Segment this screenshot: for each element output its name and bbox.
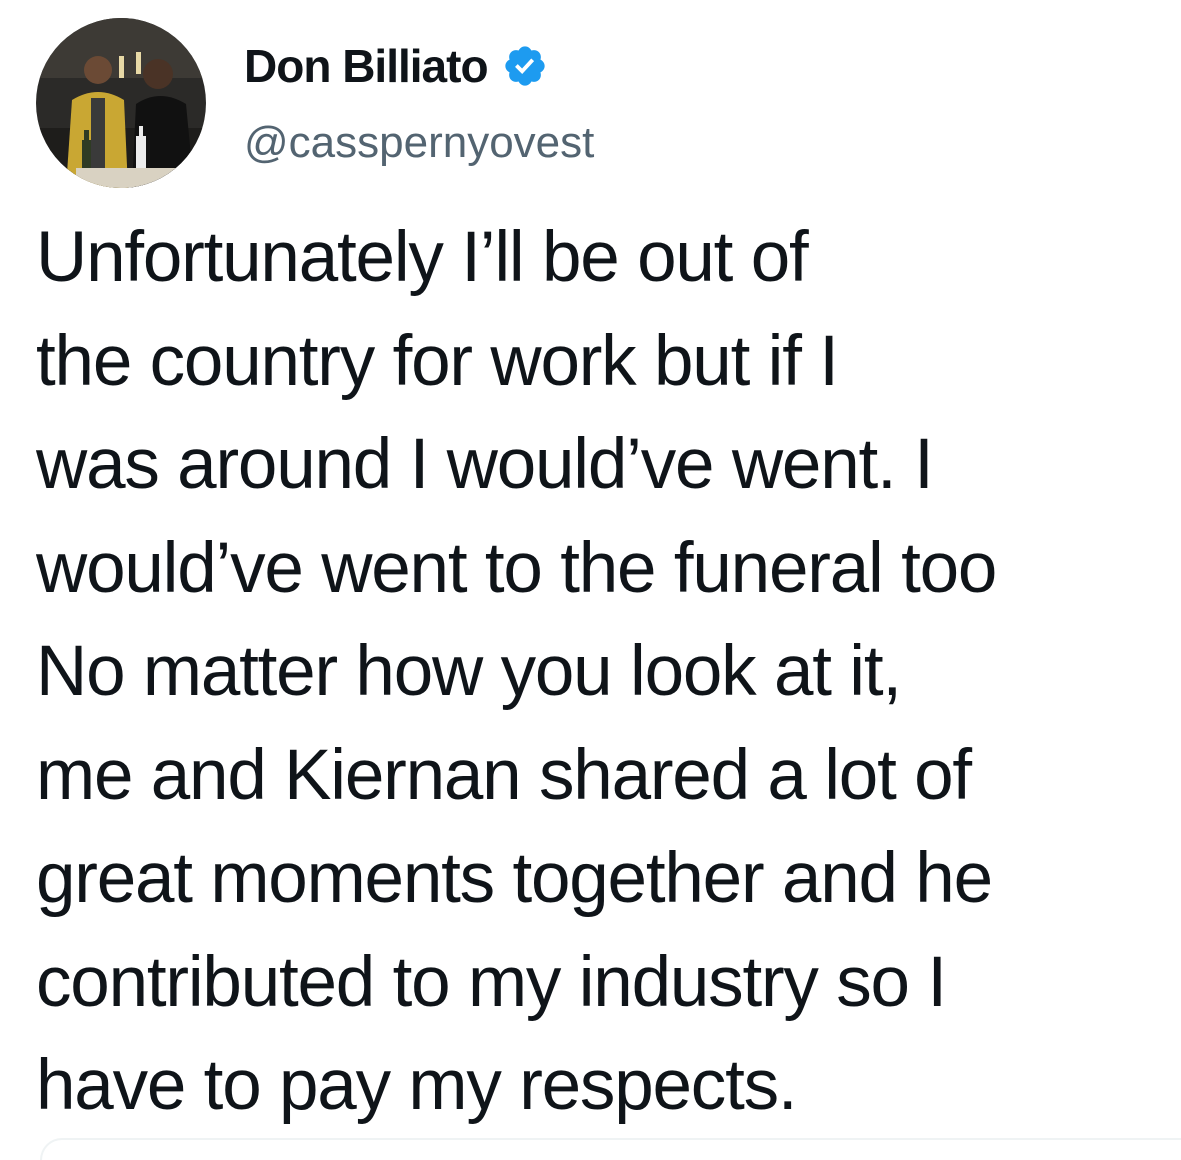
tweet-text-line: have to pay my respects. xyxy=(36,1046,798,1125)
tweet-text-line: was around I would’ve went. I xyxy=(36,425,934,504)
embedded-card-edge[interactable] xyxy=(40,1138,1181,1160)
avatar-photo-icon xyxy=(36,18,206,188)
tweet-text-line: the country for work but if I xyxy=(36,321,839,401)
tweet-text-line: Unfortunately I’ll be out of xyxy=(36,218,809,297)
tweet-text-line: would’ve went to the funeral too xyxy=(36,528,997,608)
tweet-text-line: me and Kiernan shared a lot of xyxy=(36,735,972,815)
author-display-name[interactable]: Don Billiato xyxy=(244,39,489,93)
author-avatar[interactable] xyxy=(36,18,206,188)
author-handle[interactable]: @casspernyovest xyxy=(244,118,594,168)
verified-badge-icon xyxy=(502,43,548,89)
tweet: Don Billiato @casspernyovest Unfortunate… xyxy=(0,0,1181,1160)
tweet-text: Unfortunately I’ll be out of the country… xyxy=(36,206,1181,1138)
tweet-text-line: great moments together and he xyxy=(36,839,993,918)
tweet-text-line: No matter how you look at it, xyxy=(36,632,902,711)
tweet-text-line: contributed to my industry so I xyxy=(36,942,947,1022)
author-name-row: Don Billiato xyxy=(244,36,548,96)
